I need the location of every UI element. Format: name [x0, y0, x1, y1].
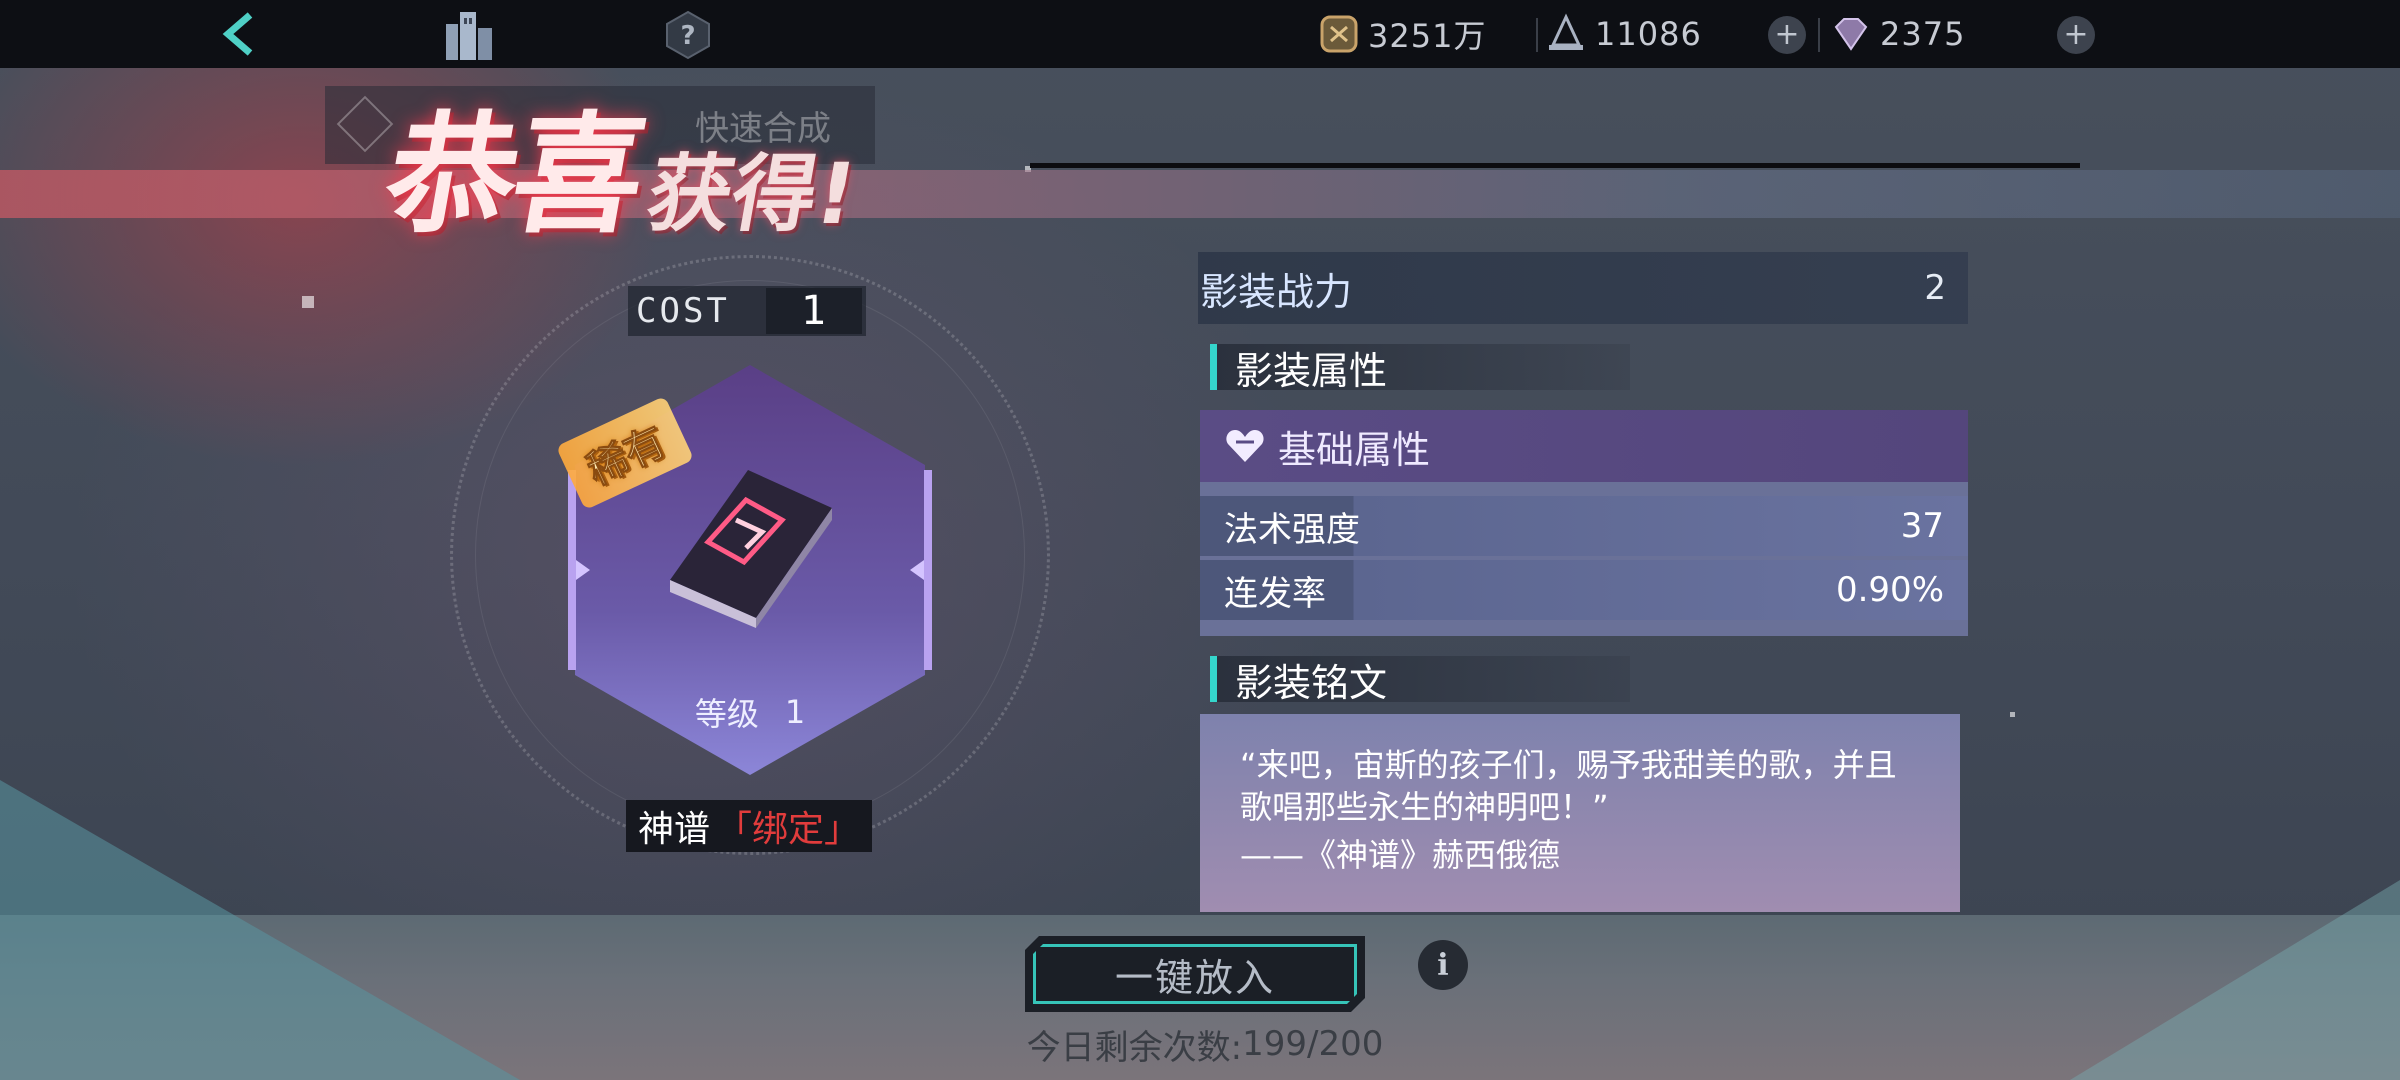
attributes-heading: 影装属性: [1210, 344, 1630, 393]
building-icon[interactable]: [440, 6, 500, 62]
title-main: 恭喜: [374, 99, 654, 251]
attribute-row: 连发率 0.90%: [1200, 560, 1968, 620]
help-icon[interactable]: ?: [665, 10, 711, 60]
diamond-icon: [1834, 18, 1868, 51]
add-diamond-button[interactable]: +: [2057, 16, 2095, 54]
gold-value: 3251万: [1368, 17, 1487, 55]
attributes-title: 影装属性: [1235, 348, 1388, 393]
top-bar: ? 3251万 11086 + 2375 +: [0, 0, 2400, 68]
attribute-label: 连发率: [1224, 573, 1326, 614]
quote-author: ——《神谱》赫西俄德: [1240, 836, 1561, 874]
reward-title: 恭喜 获得!: [374, 90, 874, 251]
item-name-box: 神谱 「绑定」: [626, 800, 872, 852]
cost-box: COST 1: [628, 286, 866, 336]
level-label: 等级: [694, 695, 759, 733]
base-attributes-header: 基础属性: [1200, 410, 1968, 482]
inscription-quote: “来吧，宙斯的孩子们，赐予我甜美的歌，并且歌唱那些永生的神明吧！” ——《神谱》…: [1200, 714, 1960, 912]
resource-ship: 11086: [1545, 10, 1702, 58]
info-icon[interactable]: i: [1418, 940, 1468, 990]
banner-line: [1030, 163, 2080, 168]
ship-value: 11086: [1595, 15, 1702, 53]
tab-index-icon: [336, 95, 394, 153]
inscription-title: 影装铭文: [1235, 660, 1388, 705]
power-label: 影装战力: [1200, 269, 1353, 314]
item-level: 等级 1: [660, 690, 840, 734]
decorative-triangle-right: [2070, 880, 2400, 1080]
divider: [1818, 18, 1820, 52]
back-icon[interactable]: [210, 6, 266, 62]
attribute-value: 0.90%: [1835, 570, 1944, 610]
attribute-value: 37: [1900, 506, 1944, 546]
add-ship-button[interactable]: +: [1768, 16, 1806, 54]
ship-icon: [1549, 13, 1583, 50]
heart-shield-icon: [1226, 430, 1264, 462]
put-all-button[interactable]: 一键放入: [1025, 936, 1365, 1012]
attribute-row: 法术强度 37: [1200, 496, 1968, 556]
bind-tag: 「绑定」: [716, 809, 861, 850]
item-name: 神谱: [637, 809, 710, 850]
reward-banner: [0, 170, 2400, 218]
coin-icon: [1320, 15, 1358, 53]
cost-label: COST: [636, 291, 730, 331]
decorative-dot: [302, 296, 314, 308]
remaining-label: 今日剩余次数:: [1026, 1027, 1243, 1068]
decorative-triangle-left: [0, 780, 520, 1080]
diamond-value: 2375: [1880, 15, 1966, 53]
remaining-value: 199/200: [1242, 1024, 1384, 1064]
level-value: 1: [784, 693, 806, 731]
power-row: 影装战力 2: [1198, 252, 1968, 324]
base-attributes-title: 基础属性: [1278, 427, 1431, 472]
quote-text: “来吧，宙斯的孩子们，赐予我甜美的歌，并且歌唱那些永生的神明吧！”: [1240, 746, 1897, 826]
put-all-label: 一键放入: [1114, 955, 1275, 1000]
divider: [1536, 18, 1538, 52]
power-value: 2: [1924, 268, 1946, 308]
remaining-count: 今日剩余次数: 199/200: [995, 1020, 1415, 1068]
cost-value: 1: [766, 288, 862, 334]
svg-text:?: ?: [680, 21, 695, 51]
decorative-dot: [2010, 712, 2015, 717]
title-sub: 获得!: [640, 145, 864, 243]
attribute-label: 法术强度: [1224, 509, 1360, 550]
inscription-heading: 影装铭文: [1210, 656, 1630, 705]
resource-gold: 3251万: [1318, 10, 1486, 58]
resource-diamond: 2375: [1830, 10, 1965, 58]
